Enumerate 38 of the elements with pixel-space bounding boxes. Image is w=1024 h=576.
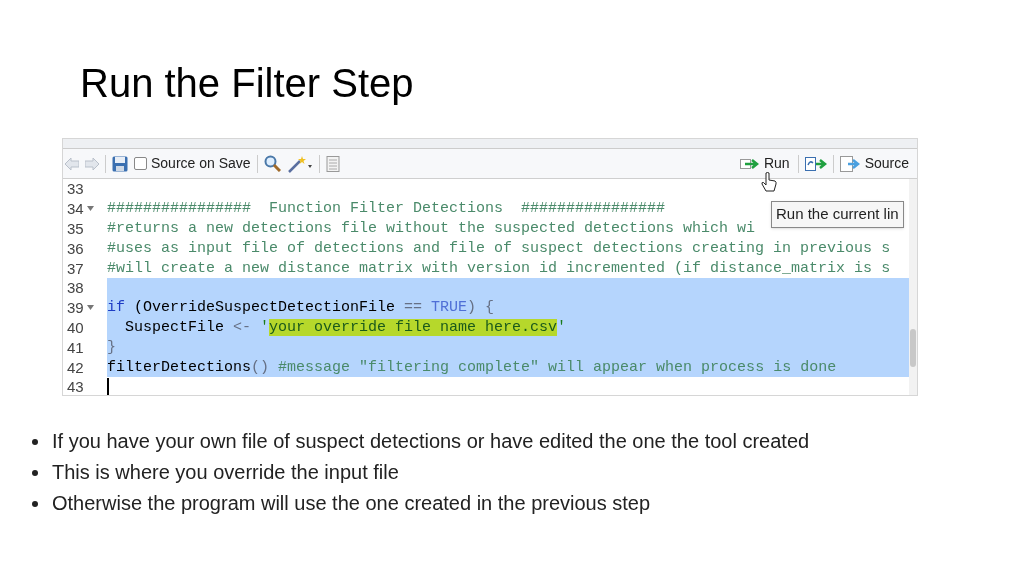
code-line: filterDetections() #message "filtering complete" will appear when process is done: [107, 359, 837, 375]
code-line: ################ Function Filter Detections ################: [107, 201, 666, 217]
bullet-icon: [32, 439, 38, 445]
search-icon[interactable]: [263, 155, 281, 172]
bullet-icon: [32, 501, 38, 507]
scrollbar[interactable]: [909, 179, 917, 395]
code-line: #uses as input file of detections and file of suspect detections creating in previous s: [107, 240, 891, 256]
rerun-icon[interactable]: [804, 156, 827, 171]
line-number: 40: [67, 319, 84, 335]
code-line: }: [107, 339, 116, 355]
bullet-text: If you have your own file of suspect detections or have edited the one the tool created: [52, 429, 810, 454]
source-on-save-checkbox[interactable]: Source on Save: [134, 153, 251, 174]
code-line: #returns a new detections file without the suspected detections which wi: [107, 221, 756, 236]
slide-title: Run the Filter Step: [80, 60, 415, 107]
bullet-icon: [32, 470, 38, 476]
save-icon[interactable]: [112, 155, 128, 172]
source-button[interactable]: Source: [839, 153, 915, 174]
code-line: if (OverrideSuspectDetectionFile == TRUE) {: [107, 300, 495, 316]
source-arrow-icon: [839, 155, 862, 172]
line-number: 34: [67, 201, 84, 217]
fold-arrow-icon[interactable]: [86, 206, 94, 212]
line-number: 38: [67, 280, 84, 296]
notebook-icon[interactable]: [325, 155, 340, 172]
run-button[interactable]: Run: [737, 153, 792, 174]
code-line: #will create a new distance matrix with version id incremented (if distance_matrix is s: [107, 260, 891, 276]
bullet-text: Otherwise the program will use the one created in the previous step: [52, 491, 651, 516]
line-number: 35: [67, 221, 84, 236]
line-number: 41: [67, 339, 84, 355]
line-number: 36: [67, 240, 84, 256]
tooltip: Run the current lin: [771, 201, 904, 228]
line-number: 39: [67, 300, 84, 316]
magic-wand-icon[interactable]: [286, 154, 313, 173]
line-number: 37: [67, 260, 84, 276]
line-number: 43: [67, 379, 84, 395]
line-number: 33: [67, 181, 84, 197]
line-number: 42: [67, 359, 84, 375]
bullet-text: This is where you override the input file: [52, 460, 399, 485]
fold-arrow-icon[interactable]: [86, 305, 94, 311]
